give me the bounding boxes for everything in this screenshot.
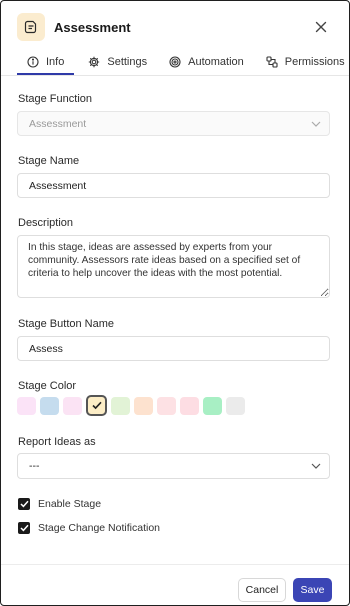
color-swatch[interactable] [157, 397, 176, 415]
color-swatch[interactable] [40, 397, 59, 415]
color-swatch[interactable] [63, 397, 82, 415]
enable-stage-checkbox[interactable]: Enable Stage [18, 498, 101, 510]
dialog-header: Assessment [17, 11, 333, 43]
tab-automation[interactable]: Automation [169, 49, 244, 75]
checkbox-checked[interactable] [18, 498, 30, 510]
permissions-icon [266, 56, 278, 68]
info-icon [27, 56, 39, 68]
checkbox-checked[interactable] [18, 522, 30, 534]
stage-function-value: Assessment [29, 117, 87, 130]
button-name-label: Stage Button Name [18, 318, 115, 330]
stage-name-input[interactable]: Assessment [17, 173, 330, 198]
report-as-label: Report Ideas as [18, 436, 96, 448]
color-swatch[interactable] [226, 397, 245, 415]
chevron-down-icon [311, 463, 321, 469]
color-swatch[interactable] [180, 397, 199, 415]
color-swatch[interactable] [86, 395, 107, 416]
tab-bar: Info Settings Automation Permissions [17, 49, 345, 75]
stage-settings-dialog: Assessment Info Settings Automation Perm… [0, 0, 350, 606]
cancel-button[interactable]: Cancel [238, 578, 286, 602]
report-as-select[interactable]: --- [17, 453, 330, 479]
tab-settings-label: Settings [107, 56, 148, 68]
report-as-value: --- [29, 460, 40, 472]
stage-document-icon [17, 13, 45, 41]
automation-icon [169, 56, 181, 68]
stage-color-label: Stage Color [18, 380, 77, 392]
color-swatch[interactable] [134, 397, 153, 415]
change-notification-checkbox[interactable]: Stage Change Notification [18, 522, 160, 534]
save-button[interactable]: Save [293, 578, 332, 602]
tab-settings[interactable]: Settings [88, 49, 147, 75]
change-notification-label: Stage Change Notification [38, 522, 160, 534]
tab-automation-label: Automation [188, 56, 244, 68]
button-name-input[interactable]: Assess [17, 336, 330, 361]
chevron-down-icon [311, 121, 321, 127]
description-label: Description [18, 217, 74, 229]
stage-name-value: Assessment [29, 179, 87, 192]
color-swatch[interactable] [111, 397, 130, 415]
check-icon [91, 401, 102, 410]
color-swatch[interactable] [203, 397, 222, 415]
button-name-value: Assess [29, 342, 63, 355]
footer-divider [1, 564, 349, 565]
tab-info-label: Info [46, 56, 65, 68]
stage-name-label: Stage Name [18, 155, 80, 167]
color-swatch-picker [17, 395, 245, 416]
description-textarea[interactable]: In this stage, ideas are assessed by exp… [17, 235, 330, 298]
close-icon[interactable] [311, 17, 331, 37]
gear-icon [89, 56, 100, 68]
stage-function-select: Assessment [17, 111, 330, 136]
tab-info[interactable]: Info [17, 49, 75, 75]
check-icon [19, 524, 29, 532]
tab-permissions[interactable]: Permissions [266, 49, 345, 75]
color-swatch[interactable] [17, 397, 36, 415]
tab-permissions-label: Permissions [284, 56, 345, 68]
stage-function-label: Stage Function [18, 93, 92, 105]
tabs-divider [1, 75, 349, 76]
check-icon [19, 500, 29, 508]
dialog-title: Assessment [54, 19, 131, 35]
enable-stage-label: Enable Stage [38, 498, 102, 510]
